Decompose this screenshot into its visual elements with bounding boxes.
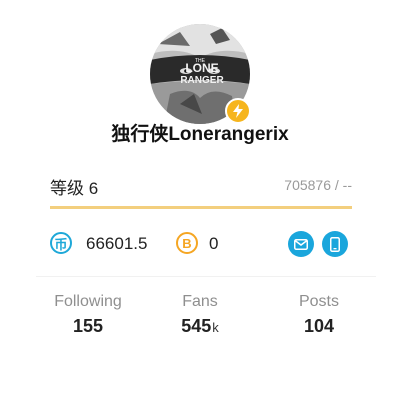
fans-unit: k [212,320,219,335]
level-exp-text: 705876 / -- [284,177,352,193]
level-progress-fill [50,206,352,209]
posts-label: Posts [298,293,339,310]
following-value: 155 [72,316,104,336]
bcoin-icon: B [176,232,198,254]
coins-icon: 币 [50,232,72,254]
stat-following[interactable]: Following 155 [38,292,138,338]
following-label: Following [54,293,122,310]
avatar-text-line1: LONE [185,61,218,75]
fans-value: 545k [181,316,219,336]
fans-label: Fans [182,293,218,310]
stat-posts[interactable]: Posts 104 [269,292,369,338]
mail-icon [294,238,308,250]
level-row: 等级 6 705876 / -- [50,172,352,200]
posts-value: 104 [303,316,335,336]
level-progress-bar [50,206,352,209]
coins-value: 66601.5 [86,234,148,253]
lightning-icon [225,98,251,124]
message-button[interactable] [288,231,314,257]
currency-row: 币 66601.5 B 0 [50,231,370,260]
bcoin-value: 0 [209,234,219,253]
username: 独行侠Lonerangerix [111,124,289,145]
level-label: 等级 6 [50,179,99,198]
avatar-container: THE LONE RANGER [150,24,251,124]
phone-icon [330,236,340,252]
divider [36,276,376,277]
stat-fans[interactable]: Fans 545k [150,292,250,340]
avatar-text-line2: RANGER [180,75,224,86]
phone-button[interactable] [322,231,348,257]
